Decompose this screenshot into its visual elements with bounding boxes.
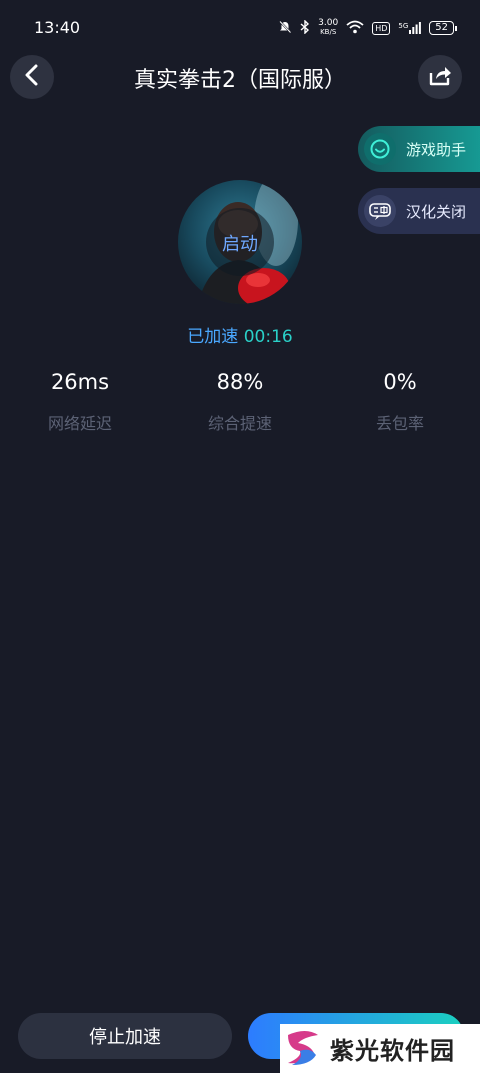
page-title: 真实拳击2（国际服） bbox=[134, 68, 346, 93]
acceleration-status: 已加速 00:16 bbox=[0, 322, 480, 347]
acceleration-status-label: 已加速 bbox=[187, 327, 239, 347]
stat-label: 综合提速 bbox=[207, 414, 272, 433]
battery-indicator: 52 bbox=[429, 21, 457, 35]
translate-icon bbox=[364, 195, 396, 227]
stat-value: 26ms bbox=[50, 370, 110, 394]
stat-value: 88% bbox=[216, 370, 264, 394]
signal-type: 5G bbox=[398, 22, 409, 30]
localization-label: 汉化关闭 bbox=[406, 202, 467, 221]
stat-packet-loss: 0% 丢包率 bbox=[330, 370, 470, 434]
share-button[interactable] bbox=[418, 55, 462, 99]
stat-value: 0% bbox=[383, 370, 417, 394]
stop-acceleration-button[interactable]: 停止加速 bbox=[18, 1013, 232, 1059]
mute-bell-icon bbox=[278, 20, 292, 37]
network-speed-value: 3.00 bbox=[318, 18, 339, 28]
watermark: 紫光软件园 bbox=[280, 1024, 480, 1073]
stat-latency: 26ms 网络延迟 bbox=[10, 370, 150, 434]
network-speed-unit: KB/S bbox=[320, 28, 337, 36]
watermark-logo bbox=[280, 1025, 324, 1073]
stat-speed-boost: 88% 综合提速 bbox=[170, 370, 310, 434]
share-icon bbox=[428, 64, 452, 90]
hd-badge: HD bbox=[372, 21, 391, 35]
status-icons: 3.00 KB/S HD 5G 52 bbox=[278, 18, 457, 38]
assistant-icon bbox=[364, 133, 396, 165]
launch-label: 启动 bbox=[222, 234, 258, 255]
cellular-signal: 5G bbox=[398, 22, 422, 34]
acceleration-timer: 00:16 bbox=[243, 327, 293, 347]
game-launch-button[interactable]: 启动 bbox=[178, 180, 302, 304]
bluetooth-icon bbox=[300, 18, 310, 37]
status-bar: 13:40 3.00 KB/S HD 5G 52 bbox=[0, 0, 480, 48]
stat-label: 网络延迟 bbox=[47, 414, 112, 433]
game-assistant-button[interactable]: 游戏助手 bbox=[358, 126, 480, 172]
wifi-icon bbox=[346, 20, 364, 37]
top-bar: 真实拳击2（国际服） bbox=[0, 48, 480, 104]
watermark-text: 紫光软件园 bbox=[330, 1037, 455, 1065]
network-speed: 3.00 KB/S bbox=[318, 19, 338, 37]
localization-toggle-button[interactable]: 汉化关闭 bbox=[358, 188, 480, 234]
game-assistant-label: 游戏助手 bbox=[406, 140, 467, 159]
stat-label: 丢包率 bbox=[375, 414, 424, 433]
status-time: 13:40 bbox=[34, 18, 81, 37]
